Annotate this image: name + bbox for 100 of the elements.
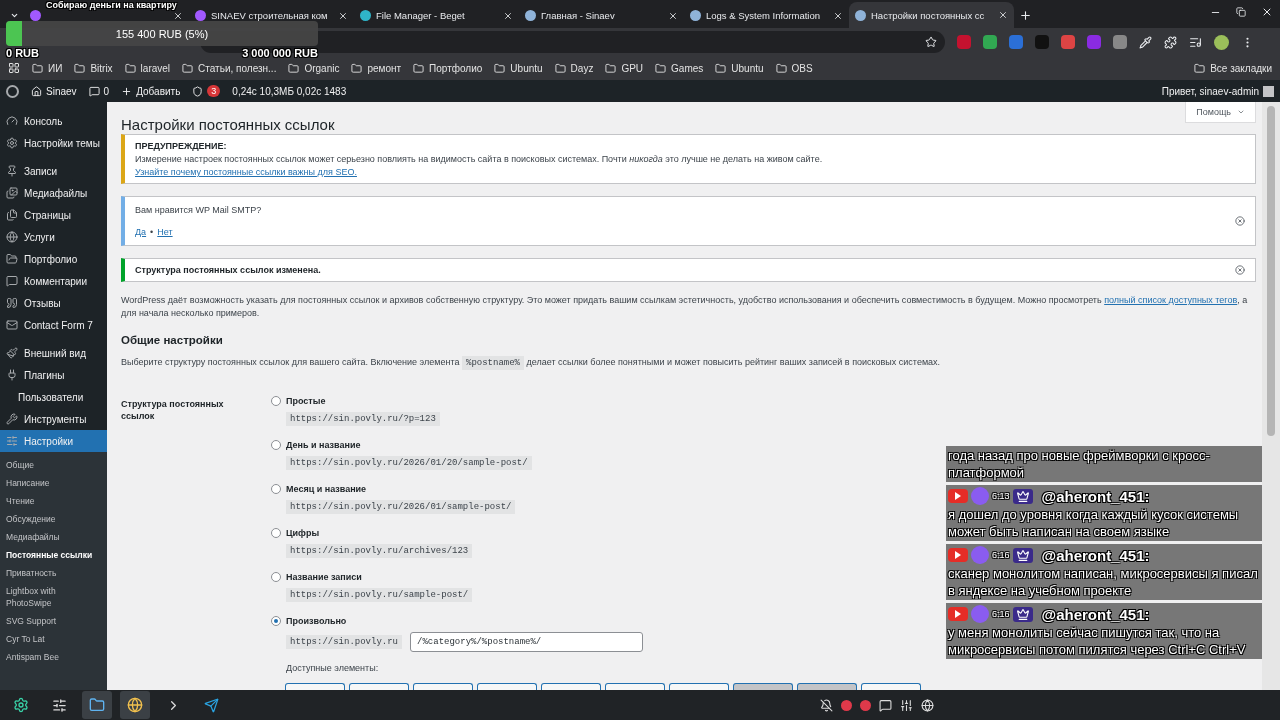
- bookmark-folder[interactable]: Games: [655, 62, 704, 74]
- scrollbar[interactable]: [1262, 102, 1280, 690]
- radio-button[interactable]: [271, 440, 281, 450]
- menu-item[interactable]: Консоль: [0, 110, 107, 132]
- menu-item[interactable]: Пользователи: [0, 386, 107, 408]
- submenu-item[interactable]: Чтение: [0, 492, 107, 510]
- menu-item[interactable]: Плагины: [0, 364, 107, 386]
- radio-button[interactable]: [271, 396, 281, 406]
- radio-option[interactable]: Произвольно: [271, 616, 644, 626]
- bookmark-folder[interactable]: ремонт: [351, 62, 402, 74]
- menu-item[interactable]: Портфолио: [0, 248, 107, 270]
- submenu-item[interactable]: Написание: [0, 474, 107, 492]
- radio-option[interactable]: Месяц и название: [271, 484, 644, 494]
- menu-item[interactable]: Страницы: [0, 204, 107, 226]
- browser-tab[interactable]: SINAEV строительная ком: [189, 10, 354, 21]
- bookmark-folder[interactable]: GPU: [605, 62, 644, 74]
- bookmark-folder[interactable]: Портфолио: [413, 62, 483, 74]
- browser-tab[interactable]: Logs & System Information: [684, 10, 849, 21]
- bookmark-folder[interactable]: OBS: [775, 62, 813, 74]
- submenu-item[interactable]: SVG Support: [0, 612, 107, 630]
- close-icon[interactable]: [173, 10, 183, 21]
- add-new-link[interactable]: Добавить: [121, 85, 181, 97]
- radio-option[interactable]: Название записи: [271, 572, 644, 582]
- tag-button[interactable]: [349, 683, 409, 690]
- browser-tab[interactable]: Главная - Sinaev: [519, 10, 684, 21]
- menu-item[interactable]: Медиафайлы: [0, 182, 107, 204]
- submenu-item[interactable]: Antispam Bee: [0, 648, 107, 666]
- yes-link[interactable]: Да: [135, 227, 147, 237]
- tag-button[interactable]: [733, 683, 793, 690]
- bookmark-folder[interactable]: laravel: [124, 62, 171, 74]
- menu-item[interactable]: Внешний вид: [0, 342, 107, 364]
- bookmark-folder[interactable]: Ubuntu: [715, 62, 764, 74]
- pipette-icon[interactable]: [1139, 35, 1152, 49]
- tag-button[interactable]: [605, 683, 665, 690]
- close-icon[interactable]: [998, 10, 1008, 20]
- tag-button[interactable]: [797, 683, 857, 690]
- tag-button[interactable]: [861, 683, 921, 690]
- shield-icon[interactable]: [192, 85, 204, 97]
- structure-input[interactable]: /%category%/%postname%/: [410, 632, 644, 652]
- record-icon[interactable]: [860, 699, 871, 711]
- menu-item[interactable]: Contact Form 7: [0, 314, 107, 336]
- account-link[interactable]: Привет, sinaev-admin: [1161, 85, 1259, 97]
- bookmark-folder[interactable]: Bitrix: [74, 62, 113, 74]
- puzzle-icon[interactable]: [1164, 35, 1177, 49]
- close-icon[interactable]: [668, 10, 678, 21]
- extension-icon[interactable]: [1113, 35, 1127, 49]
- dismiss-icon[interactable]: [1235, 216, 1245, 226]
- seo-link[interactable]: Узнайте почему постоянные ссылки важны для SEO.: [135, 167, 823, 177]
- radio-option[interactable]: Простые: [271, 396, 644, 406]
- record-icon[interactable]: [841, 699, 852, 711]
- menu-item[interactable]: Комментарии: [0, 270, 107, 292]
- chat-icon[interactable]: [879, 698, 892, 712]
- tag-button[interactable]: [413, 683, 473, 690]
- submenu-item[interactable]: Постоянные ссылки: [0, 546, 107, 564]
- bookmark-folder[interactable]: Dayz: [554, 62, 594, 74]
- radio-button[interactable]: [271, 484, 281, 494]
- tag-button[interactable]: [477, 683, 537, 690]
- close-icon[interactable]: [338, 10, 348, 21]
- avatar[interactable]: [1214, 34, 1229, 50]
- bookmark-folder[interactable]: Organic: [288, 62, 340, 74]
- radio-option[interactable]: День и название: [271, 440, 644, 450]
- comments-link[interactable]: 0: [88, 85, 110, 97]
- no-link[interactable]: Нет: [157, 227, 173, 237]
- submenu-item[interactable]: Cyr To Lat: [0, 630, 107, 648]
- browser-button[interactable]: [120, 691, 150, 719]
- menu-item[interactable]: Инструменты: [0, 408, 107, 430]
- browser-tab[interactable]: File Manager - Beget: [354, 10, 519, 21]
- menu-item[interactable]: Услуги: [0, 226, 107, 248]
- menu-item[interactable]: Настройки темы: [0, 132, 107, 154]
- site-link[interactable]: Sinaev: [31, 85, 77, 97]
- file-manager-button[interactable]: [82, 691, 112, 719]
- star-icon[interactable]: [925, 36, 937, 48]
- browser-icon[interactable]: [921, 698, 934, 712]
- close-icon[interactable]: [503, 10, 513, 21]
- menu-item[interactable]: Настройки: [0, 430, 107, 452]
- menu-item[interactable]: Записи: [0, 160, 107, 182]
- radio-button[interactable]: [271, 616, 281, 626]
- tag-button[interactable]: [285, 683, 345, 690]
- browser-tab[interactable]: Настройки постоянных сс: [849, 2, 1014, 28]
- submenu-item[interactable]: Общие: [0, 456, 107, 474]
- submenu-item[interactable]: Приватность: [0, 564, 107, 582]
- close-icon[interactable]: [833, 10, 843, 21]
- tag-button[interactable]: [669, 683, 729, 690]
- apps-icon[interactable]: [8, 62, 20, 74]
- submenu-item[interactable]: Медиафайлы: [0, 528, 107, 546]
- bookmark-folder[interactable]: ИИ: [32, 62, 63, 74]
- submenu-item[interactable]: Lightbox with PhotoSwipe: [0, 582, 107, 612]
- radio-button[interactable]: [271, 528, 281, 538]
- submenu-item[interactable]: Обсуждение: [0, 510, 107, 528]
- radio-option[interactable]: Цифры: [271, 528, 644, 538]
- radio-button[interactable]: [271, 572, 281, 582]
- bookmark-folder[interactable]: Статьи, полезн...: [182, 62, 277, 74]
- help-button[interactable]: Помощь: [1185, 102, 1256, 123]
- extension-icon[interactable]: [983, 35, 997, 49]
- menu-item[interactable]: Отзывы: [0, 292, 107, 314]
- all-bookmarks[interactable]: Все закладки: [1194, 62, 1272, 74]
- media-icon[interactable]: [1189, 35, 1202, 49]
- bookmark-folder[interactable]: Ubuntu: [494, 62, 543, 74]
- mixer-icon[interactable]: [900, 698, 913, 712]
- tag-button[interactable]: [541, 683, 601, 690]
